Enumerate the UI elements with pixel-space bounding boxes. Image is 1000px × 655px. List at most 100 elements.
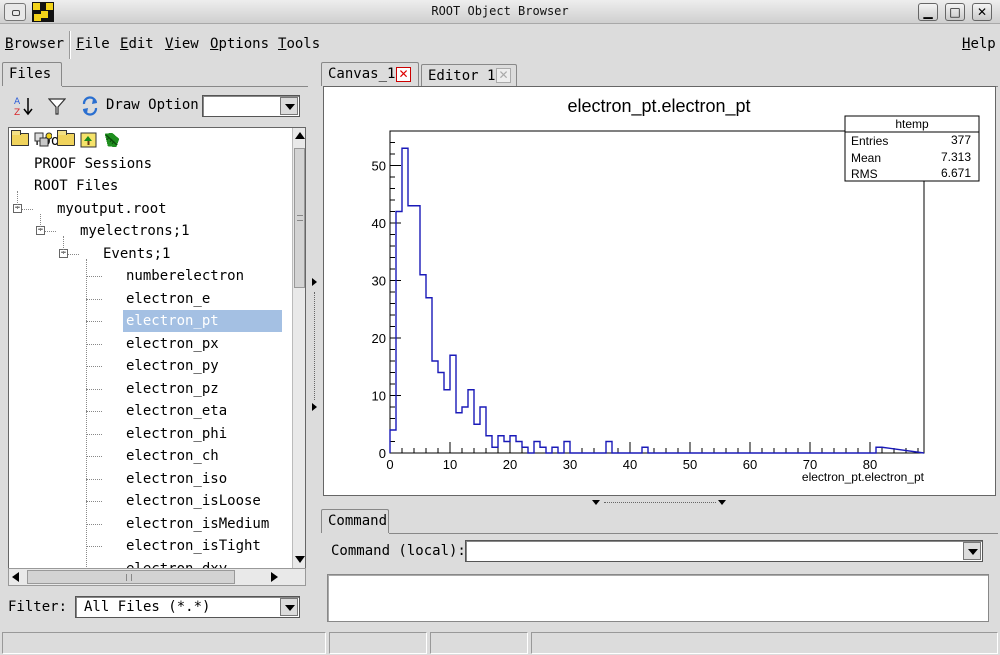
command-output[interactable] (327, 574, 989, 622)
menu-browser[interactable]: Browser (5, 36, 64, 52)
chevron-down-icon[interactable] (280, 598, 298, 616)
status-cell-4 (531, 632, 998, 654)
histogram-bin (516, 442, 522, 454)
histogram-bin (480, 407, 486, 453)
tab-baseline (389, 533, 998, 534)
tree-item[interactable]: myoutput.root (54, 198, 167, 220)
tree-item[interactable]: electron_iso (123, 468, 227, 490)
x-axis-label: electron_pt.electron_pt (802, 470, 925, 484)
tree-item-label: PROOF Sessions (34, 155, 153, 172)
menu-edit[interactable]: Edit (120, 36, 154, 52)
draw-option-label: Draw Option: (106, 97, 208, 113)
tree-item[interactable]: myelectrons;1 (77, 220, 190, 242)
tree-horizontal-scrollbar[interactable] (8, 568, 306, 586)
scroll-left-arrow[interactable] (12, 572, 19, 582)
stats-rms-label: RMS (851, 167, 878, 181)
histogram-bin (408, 206, 414, 453)
histogram-bin (474, 424, 480, 453)
tree-item[interactable]: electron_isLoose (123, 490, 261, 512)
tree-item[interactable]: electron_phi (123, 423, 227, 445)
histogram-bin (414, 206, 420, 453)
histogram-bin (552, 447, 558, 453)
vertical-splitter[interactable] (310, 60, 320, 630)
tree-item[interactable]: electron_isTight (123, 535, 261, 557)
tab-canvas-1-label: Canvas_1 (328, 66, 396, 82)
tree-hscroll-thumb[interactable] (27, 570, 235, 584)
tree-item[interactable]: electron_py (123, 355, 219, 377)
tree-item-label: electron_py (126, 358, 219, 374)
sort-az-icon[interactable]: A Z (14, 95, 34, 117)
tree-vertical-scrollbar[interactable] (292, 128, 305, 569)
file-filter-select[interactable]: All Files (*.*) (75, 596, 300, 618)
histogram-bin (438, 373, 444, 454)
tree-scroll-thumb[interactable] (294, 148, 305, 288)
minimize-button[interactable]: ▁ (918, 3, 938, 21)
stats-mean-label: Mean (851, 151, 881, 165)
y-tick-label: 40 (372, 216, 386, 231)
tree-item[interactable]: electron_isMedium (123, 513, 269, 535)
histogram-bin (450, 355, 456, 453)
tree-item[interactable]: PROOF Sessions (31, 153, 152, 175)
tree-item-label: electron_isTight (126, 538, 261, 554)
filter-icon[interactable] (48, 97, 66, 115)
menu-tools[interactable]: Tools (278, 36, 320, 52)
tree-item[interactable]: electron_pz (123, 378, 219, 400)
status-bar (0, 632, 1000, 655)
histogram-bin (402, 148, 408, 453)
chevron-down-icon[interactable] (280, 97, 298, 115)
histogram-bin (468, 390, 474, 453)
root-canvas[interactable]: electron_pt.electron_pt 0 10 20 30 40 50 60 70 8… (323, 86, 996, 496)
tree-item[interactable]: electron_pt (123, 310, 282, 332)
scroll-down-arrow[interactable] (295, 556, 305, 563)
menu-help[interactable]: Help (962, 36, 996, 52)
chevron-down-icon[interactable] (963, 542, 981, 560)
tree-item[interactable]: electron_e (123, 288, 210, 310)
histogram-bin (426, 298, 432, 453)
tree-item-label: electron_ch (126, 448, 219, 464)
tree-item-label: myelectrons;1 (80, 223, 190, 239)
tab-files[interactable]: Files (2, 62, 62, 86)
y-tick-label: 30 (372, 274, 386, 289)
stats-box[interactable]: htemp Entries 377 Mean 7.313 RMS 6.671 (844, 115, 980, 182)
histogram-bin (522, 447, 528, 453)
close-tab-icon[interactable]: ✕ (396, 67, 411, 82)
menu-options[interactable]: Options (210, 36, 269, 52)
refresh-icon[interactable] (80, 96, 100, 116)
browser-toolbar: A Z Draw Option: (8, 92, 308, 120)
tree-item[interactable]: electron_eta (123, 400, 227, 422)
draw-option-select[interactable] (202, 95, 300, 117)
histogram-bin (396, 212, 402, 454)
root-file-icon (34, 132, 52, 147)
scroll-up-arrow[interactable] (295, 132, 305, 139)
tree-item[interactable]: ROOT Files (31, 175, 118, 197)
folder-open-icon (11, 130, 29, 146)
command-input[interactable] (465, 540, 983, 562)
tree-item[interactable]: electron_px (123, 333, 219, 355)
menu-file[interactable]: File (76, 36, 110, 52)
histogram-bin (642, 447, 648, 453)
tree-item-label: electron_px (126, 335, 219, 352)
tree-item[interactable]: Events;1 (100, 243, 170, 265)
histogram-bin (486, 436, 492, 453)
tab-command[interactable]: Command (321, 509, 389, 533)
menubar-separator (69, 31, 71, 59)
histogram-bin (420, 275, 426, 453)
tab-baseline (62, 86, 308, 87)
tab-canvas-1[interactable]: Canvas_1 ✕ (321, 62, 419, 86)
scroll-right-arrow[interactable] (271, 572, 278, 582)
stats-entries-value: 377 (951, 133, 971, 147)
close-window-button[interactable]: ✕ (972, 3, 992, 21)
folder-open-icon (57, 130, 75, 146)
command-label: Command (local): (331, 543, 466, 559)
tree-item[interactable]: numberelectron (123, 265, 244, 287)
histogram-plot[interactable]: electron_pt.electron_pt 0 10 20 30 40 50 60 70 8… (324, 87, 995, 495)
menu-view[interactable]: View (165, 36, 199, 52)
close-tab-icon[interactable]: ✕ (496, 68, 511, 83)
maximize-button[interactable]: □ (945, 3, 965, 21)
tree-item[interactable]: electron_ch (123, 445, 219, 467)
histogram-bin (492, 447, 498, 453)
x-tick-label: 0 (386, 457, 393, 472)
horizontal-splitter[interactable] (320, 497, 1000, 507)
tree-item-label: electron_pt (126, 313, 219, 329)
tab-editor-1[interactable]: Editor 1 ✕ (421, 64, 517, 86)
